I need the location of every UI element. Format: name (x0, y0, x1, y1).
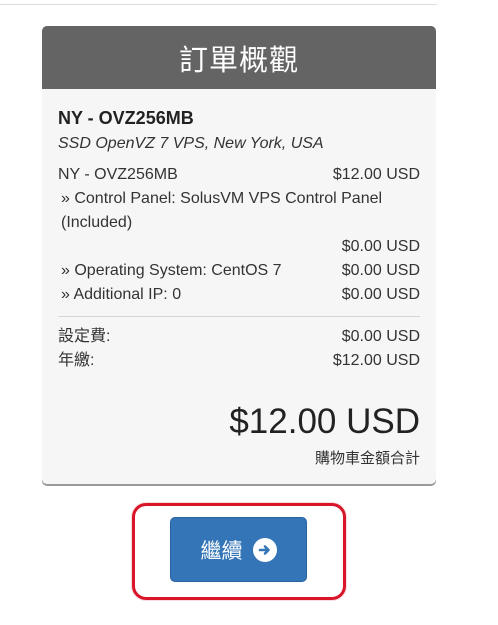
continue-button[interactable]: 繼續 (170, 517, 307, 582)
product-name: NY - OVZ256MB (58, 108, 194, 128)
line-item-label: » Additional IP: 0 (61, 286, 182, 303)
setup-fee-row: 設定費: $0.00 USD (58, 325, 420, 349)
line-item-label: » Operating System: CentOS 7 (61, 262, 282, 279)
order-summary-panel: 訂單概觀 NY - OVZ256MB SSD OpenVZ 7 VPS, New… (42, 26, 436, 484)
continue-button-label: 繼續 (200, 539, 243, 563)
arrow-circle-right-icon (252, 537, 277, 562)
line-item: » Control Panel: SolusVM VPS Control Pan… (58, 187, 420, 235)
annual-row: 年繳: $12.00 USD (58, 349, 420, 373)
product-description: SSD OpenVZ 7 VPS, New York, USA (58, 135, 324, 152)
line-item-amount: $0.00 USD (341, 238, 420, 255)
line-item-amount: $12.00 USD (332, 166, 420, 183)
top-divider (0, 4, 437, 5)
line-item-amount-row: $0.00 USD (58, 235, 420, 259)
summary-divider (58, 316, 420, 317)
line-item: NY - OVZ256MB $12.00 USD (58, 163, 420, 187)
line-item: » Additional IP: 0 $0.00 USD (58, 283, 420, 307)
setup-fee-amount: $0.00 USD (341, 328, 420, 345)
order-summary-title: 訂單概觀 (42, 26, 436, 89)
line-item-amount: $0.00 USD (341, 262, 420, 279)
total-label: 購物車金額合計 (314, 450, 420, 467)
annual-amount: $12.00 USD (332, 352, 420, 369)
total-amount: $12.00 USD (229, 402, 420, 441)
line-item-label: » Control Panel: SolusVM VPS Control Pan… (61, 190, 383, 231)
setup-fee-label: 設定費: (58, 328, 111, 345)
order-summary-body: NY - OVZ256MB SSD OpenVZ 7 VPS, New York… (42, 89, 436, 468)
line-item: » Operating System: CentOS 7 $0.00 USD (58, 259, 420, 283)
line-item-label: NY - OVZ256MB (58, 166, 178, 183)
line-item-amount: $0.00 USD (341, 286, 420, 303)
annual-label: 年繳: (58, 352, 95, 369)
